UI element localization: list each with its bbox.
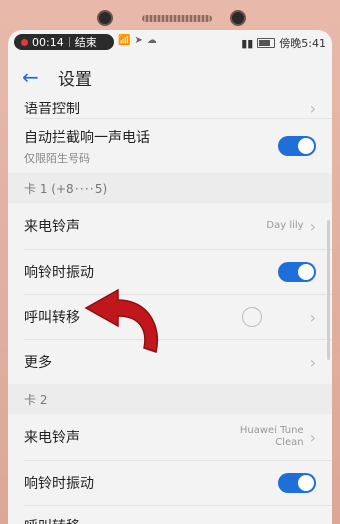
location-icon: ➤	[134, 35, 143, 46]
chevron-right-icon: ›	[309, 102, 316, 118]
phone-frame: 00:14 结束 📶 ➤ ☁ ▮▮ 傍晚5:41 ← 设置 语音控制 › 自动拦…	[0, 0, 340, 524]
card2-vibrate-toggle[interactable]	[278, 473, 316, 493]
record-dot-icon	[21, 38, 28, 46]
status-icons: 📶 ➤ ☁	[118, 35, 157, 46]
settings-row-card1-vibrate[interactable]: 响铃时振动	[8, 250, 332, 294]
front-camera-icon	[230, 10, 246, 26]
section-header-card1: 卡 1 (+8 · · · · 5)	[8, 173, 332, 203]
settings-row-card2-vibrate[interactable]: 响铃时振动	[8, 461, 332, 505]
row-label: 语音控制	[24, 102, 80, 117]
settings-row-card2-ringtone[interactable]: 来电铃声 Huawei Tune Clean ›	[8, 414, 332, 460]
settings-row-card1-ringtone[interactable]: 来电铃声 Day lily ›	[8, 203, 332, 249]
section-header-card2: 卡 2	[8, 384, 332, 414]
row-sublabel: 仅限陌生号码	[24, 151, 90, 165]
clock: 傍晚5:41	[279, 37, 326, 50]
earpiece-speaker	[142, 15, 212, 22]
card1-vibrate-toggle[interactable]	[278, 262, 316, 282]
settings-row-card2-forward[interactable]: 呼叫转移 ›	[8, 506, 332, 524]
battery-icon	[257, 38, 276, 48]
row-label: 响铃时振动	[24, 265, 94, 281]
back-arrow-icon[interactable]: ←	[22, 65, 52, 89]
row-label: 响铃时振动	[24, 476, 94, 492]
settings-row-intercept[interactable]: 自动拦截响一声电话 仅限陌生号码	[8, 119, 332, 173]
touch-indicator-icon	[242, 307, 262, 327]
chevron-right-icon: ›	[310, 517, 316, 524]
intercept-toggle[interactable]	[278, 136, 316, 156]
chevron-right-icon: ›	[309, 352, 316, 372]
app-header: ← 设置	[8, 52, 332, 102]
status-right: ▮▮ 傍晚5:41	[241, 35, 326, 51]
ringtone-value: Day lily	[266, 220, 304, 231]
row-label: 来电铃声	[24, 430, 80, 446]
screen-recording-pill[interactable]: 00:14 结束	[14, 34, 114, 50]
end-recording-button[interactable]: 结束	[75, 34, 97, 50]
bezel-top	[0, 0, 340, 34]
page-title: 设置	[58, 69, 92, 90]
wifi-icon: 📶	[118, 35, 131, 46]
scrollbar[interactable]	[327, 220, 330, 360]
settings-row-more[interactable]: 更多 ›	[8, 340, 332, 384]
signal-icon: ▮▮	[241, 36, 254, 50]
pill-divider	[68, 37, 70, 47]
cloud-icon: ☁	[146, 35, 157, 46]
chevron-right-icon: ›	[309, 307, 316, 327]
settings-row-voice-control[interactable]: 语音控制 ›	[8, 102, 332, 118]
ringtone-value: Huawei Tune Clean	[239, 425, 304, 448]
status-bar: 00:14 结束 📶 ➤ ☁ ▮▮ 傍晚5:41	[8, 30, 332, 52]
phone-screen: 00:14 结束 📶 ➤ ☁ ▮▮ 傍晚5:41 ← 设置 语音控制 › 自动拦…	[8, 30, 332, 524]
recording-time: 00:14	[32, 35, 64, 49]
annotation-arrow-icon	[84, 288, 158, 353]
row-label: 自动拦截响一声电话	[24, 129, 150, 146]
chevron-right-icon: ›	[309, 427, 316, 447]
chevron-right-icon: ›	[309, 216, 316, 236]
row-text: 自动拦截响一声电话 仅限陌生号码	[24, 127, 278, 166]
row-label: 来电铃声	[24, 219, 80, 235]
settings-row-card1-forward[interactable]: 呼叫转移 ›	[8, 295, 332, 339]
settings-list: 语音控制 › 自动拦截响一声电话 仅限陌生号码 卡 1 (+8 · · · · …	[8, 102, 332, 524]
row-label: 呼叫转移	[24, 516, 304, 524]
sensor-icon	[97, 10, 113, 26]
